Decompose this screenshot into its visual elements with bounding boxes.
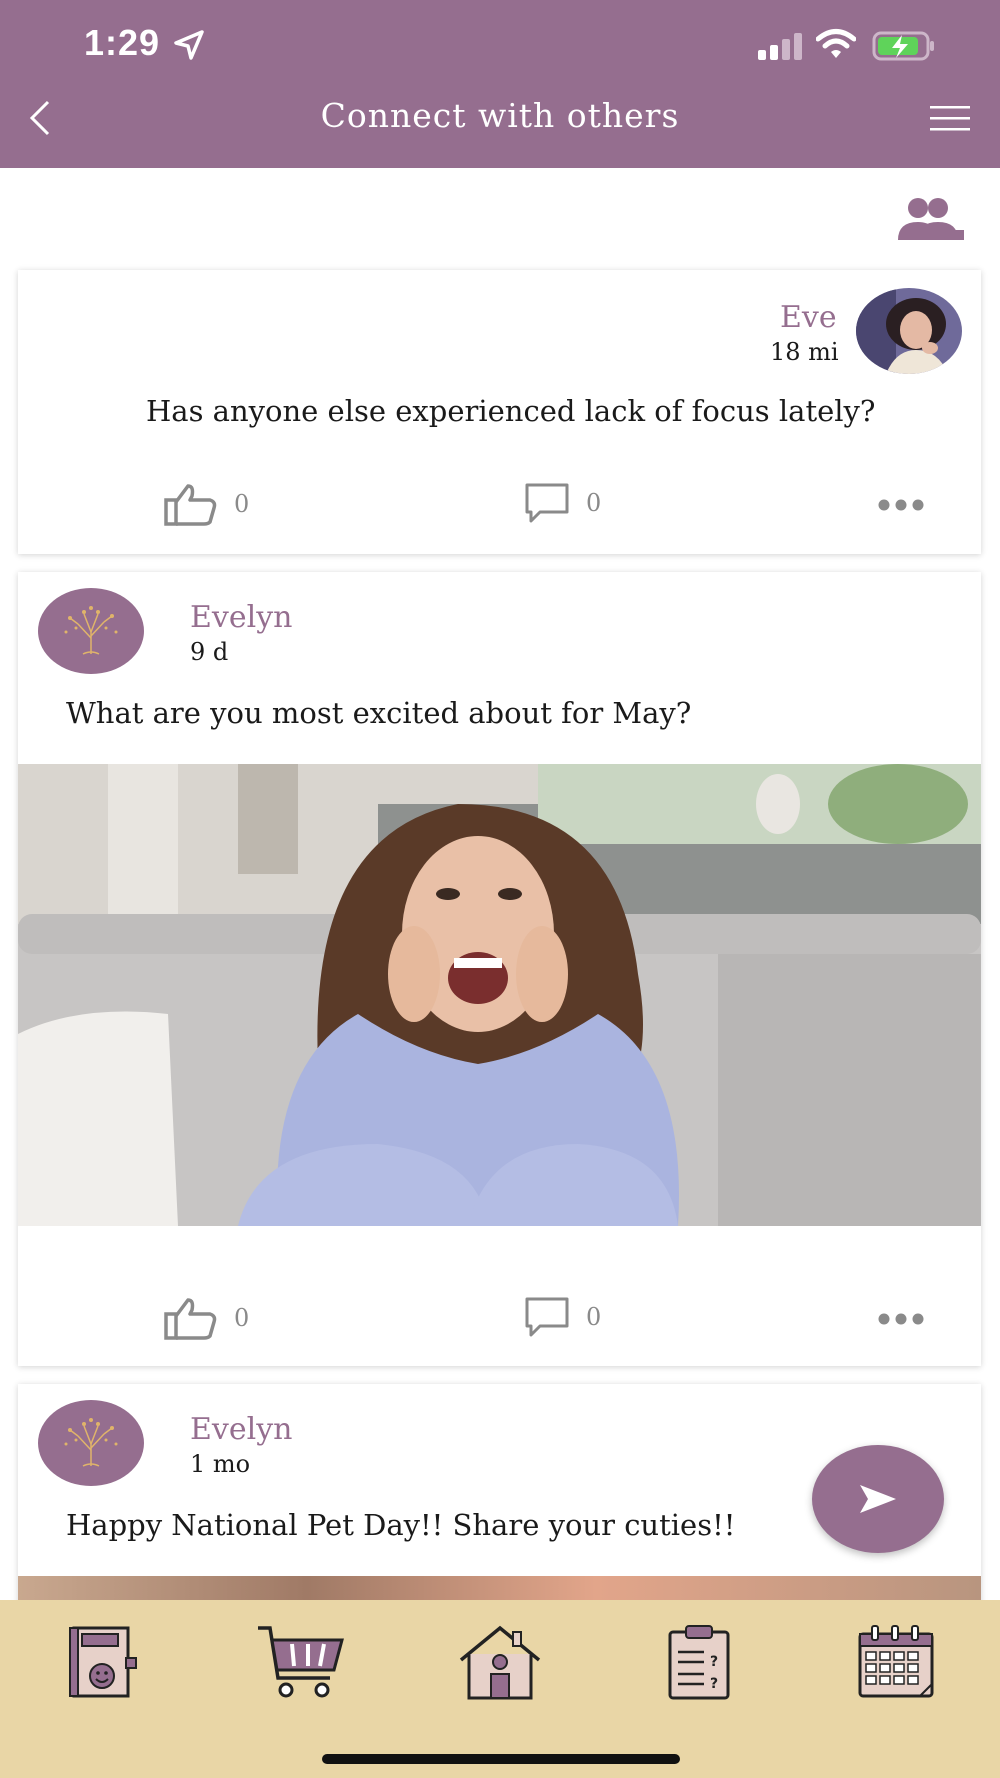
post-distance: 18 mi xyxy=(770,338,839,366)
home-icon[interactable] xyxy=(455,1622,545,1702)
like-count: 0 xyxy=(234,1304,250,1332)
avatar[interactable] xyxy=(856,288,962,374)
post-text: Has anyone else experienced lack of focu… xyxy=(146,394,876,428)
bottom-tab-bar: ? ? xyxy=(0,1600,1000,1778)
comment-icon xyxy=(525,1297,569,1337)
app-header: 1:29 Connect with others xyxy=(0,0,1000,168)
send-icon xyxy=(860,1485,896,1513)
post-author[interactable]: Evelyn xyxy=(190,600,292,635)
location-arrow-icon xyxy=(174,30,204,60)
home-indicator xyxy=(322,1754,680,1764)
tree-logo-icon xyxy=(64,606,118,655)
new-post-button[interactable] xyxy=(812,1445,944,1553)
page-title: Connect with others xyxy=(320,96,680,135)
post-card[interactable]: Evelyn 9 d What are you most excited abo… xyxy=(18,572,981,1366)
post-image[interactable] xyxy=(18,764,981,1226)
cart-icon[interactable] xyxy=(256,1622,346,1702)
battery-icon xyxy=(872,31,934,61)
status-time: 1:29 xyxy=(84,22,161,63)
avatar-photo xyxy=(856,288,962,374)
comment-count: 0 xyxy=(586,1303,602,1331)
comment-count: 0 xyxy=(586,489,602,517)
post-author[interactable]: Evelyn xyxy=(190,1412,292,1447)
menu-button[interactable] xyxy=(928,102,972,134)
like-button[interactable]: 0 xyxy=(162,1296,249,1340)
post-author[interactable]: Eve xyxy=(780,300,837,335)
post-text: What are you most excited about for May? xyxy=(66,696,692,730)
comment-button[interactable]: 0 xyxy=(524,482,601,524)
avatar[interactable] xyxy=(38,1400,144,1486)
avatar[interactable] xyxy=(38,588,144,674)
post-age: 9 d xyxy=(190,638,229,666)
like-button[interactable]: 0 xyxy=(162,482,249,526)
svg-text:?: ? xyxy=(710,1654,718,1670)
post-text: Happy National Pet Day!! Share your cuti… xyxy=(66,1508,736,1542)
post-age: 1 mo xyxy=(190,1450,251,1478)
svg-text:?: ? xyxy=(710,1676,718,1692)
like-count: 0 xyxy=(234,490,250,518)
wifi-icon xyxy=(816,29,856,58)
more-dots-icon[interactable] xyxy=(878,498,924,512)
comment-icon xyxy=(525,483,569,523)
quiz-clipboard-icon[interactable]: ? ? xyxy=(654,1622,744,1702)
thumbs-up-icon xyxy=(164,484,217,526)
post-card[interactable]: Eve 18 mi Has anyone else experienced la… xyxy=(18,270,981,554)
comment-button[interactable]: 0 xyxy=(524,1296,601,1338)
thumbs-up-icon xyxy=(164,1298,217,1340)
tree-logo-icon xyxy=(64,1418,118,1467)
calendar-icon[interactable] xyxy=(852,1622,942,1702)
signal-icon xyxy=(758,33,802,60)
more-dots-icon[interactable] xyxy=(878,1312,924,1326)
people-icon[interactable] xyxy=(894,196,966,242)
excited-woman-photo xyxy=(18,764,981,1226)
journal-icon[interactable] xyxy=(56,1622,146,1702)
